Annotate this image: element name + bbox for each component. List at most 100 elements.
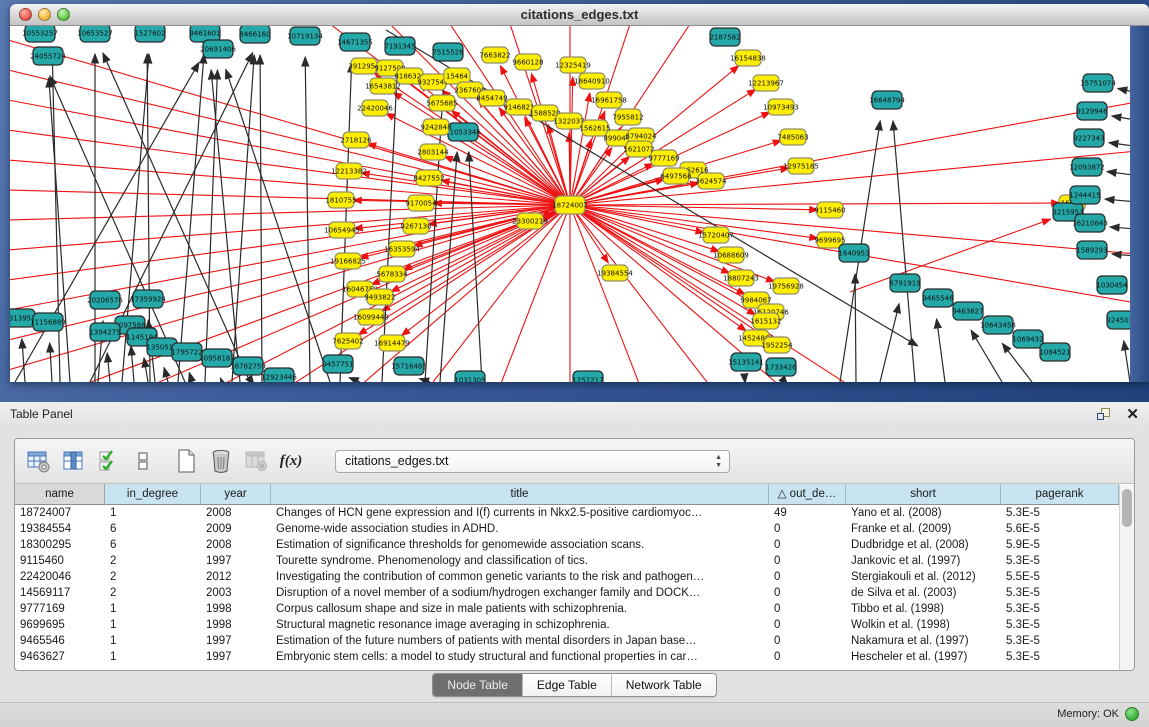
graph-node[interactable]: 6497568 <box>660 168 691 184</box>
cell-year[interactable]: 1997 <box>201 649 271 665</box>
graph-node[interactable]: 22420046 <box>357 100 393 116</box>
modify-table-icon[interactable] <box>25 448 51 474</box>
graph-node[interactable]: 7663822 <box>479 47 510 63</box>
cell-year[interactable]: 1998 <box>201 617 271 633</box>
close-window-icon[interactable] <box>19 8 32 21</box>
cell-short[interactable]: Wolkin et al. (1998) <box>846 617 1001 633</box>
cell-in_degree[interactable]: 6 <box>105 537 201 553</box>
cell-short[interactable]: Dudbridge et al. (2008) <box>846 537 1001 553</box>
graph-node[interactable]: 9493822 <box>364 289 395 305</box>
cell-out_degree[interactable]: 0 <box>769 633 846 649</box>
cell-in_degree[interactable]: 2 <box>105 553 201 569</box>
new-table-icon[interactable] <box>173 448 199 474</box>
table-row[interactable]: 946362711997Embryonic stem cells: a mode… <box>15 649 1134 665</box>
graph-node[interactable]: 1084521 <box>1039 343 1070 361</box>
cell-title[interactable]: Estimation of the future numbers of pati… <box>271 633 769 649</box>
graph-node[interactable]: 7955812 <box>612 109 643 125</box>
cell-in_degree[interactable]: 2 <box>105 585 201 601</box>
cell-pagerank[interactable]: 5.3E-5 <box>1001 601 1119 617</box>
select-all-icon[interactable] <box>95 448 121 474</box>
graph-node[interactable]: 1257217 <box>572 371 603 382</box>
cell-name[interactable]: 14569117 <box>15 585 105 601</box>
column-header-short[interactable]: short <box>846 484 1001 504</box>
graph-node[interactable]: 19756928 <box>768 278 804 294</box>
cell-name[interactable]: 18300295 <box>15 537 105 553</box>
graph-node[interactable]: 2803144 <box>417 144 449 160</box>
graph-node[interactable]: 9115460 <box>814 202 845 218</box>
graph-node[interactable]: 24055724 <box>30 47 66 65</box>
cell-in_degree[interactable]: 1 <box>105 617 201 633</box>
column-header-in_degree[interactable]: in_degree <box>105 484 201 504</box>
cell-short[interactable]: Nakamura et al. (1997) <box>846 633 1001 649</box>
table-row[interactable]: 1456911722003Disruption of a novel membe… <box>15 585 1134 601</box>
graph-node[interactable]: 10719134 <box>287 27 323 45</box>
graph-node[interactable]: 1394275 <box>89 323 120 341</box>
graph-node[interactable]: 7485063 <box>777 129 808 145</box>
graph-node[interactable]: 14671355 <box>337 33 373 51</box>
cell-pagerank[interactable]: 5.6E-5 <box>1001 521 1119 537</box>
cell-pagerank[interactable]: 5.9E-5 <box>1001 537 1119 553</box>
graph-node[interactable]: 16210643 <box>1072 214 1108 232</box>
cell-year[interactable]: 2008 <box>201 537 271 553</box>
column-header-pagerank[interactable]: pagerank <box>1001 484 1119 504</box>
graph-node[interactable]: 16961758 <box>591 92 627 108</box>
graph-node[interactable]: 1952254 <box>761 337 793 353</box>
graph-node[interactable]: 12213382 <box>331 163 367 179</box>
column-header-year[interactable]: year <box>201 484 271 504</box>
cell-name[interactable]: 22420046 <box>15 569 105 585</box>
column-header-title[interactable]: title <box>271 484 769 504</box>
cell-in_degree[interactable]: 1 <box>105 633 201 649</box>
graph-node[interactable]: 7191345 <box>384 37 415 55</box>
cell-short[interactable]: Franke et al. (2009) <box>846 521 1001 537</box>
graph-node[interactable]: 20691406 <box>200 40 236 58</box>
table-row[interactable]: 969969511998Structural magnetic resonanc… <box>15 617 1134 633</box>
rows-icon[interactable] <box>130 448 156 474</box>
cell-in_degree[interactable]: 1 <box>105 601 201 617</box>
table-row[interactable]: 1938455462009Genome-wide association stu… <box>15 521 1134 537</box>
cell-pagerank[interactable]: 5.3E-5 <box>1001 505 1119 521</box>
graph-node[interactable]: 16914479 <box>374 335 410 351</box>
cell-year[interactable]: 2009 <box>201 521 271 537</box>
graph-node[interactable]: 15720407 <box>698 227 734 243</box>
graph-node[interactable]: 1069432 <box>1012 330 1043 348</box>
function-builder-icon[interactable]: f(x) <box>278 448 304 474</box>
graph-node[interactable]: 7515526 <box>432 43 464 61</box>
graph-node[interactable]: 8466160 <box>239 26 270 43</box>
graph-node[interactable]: 9267130 <box>400 218 431 234</box>
graph-node[interactable]: 1810755 <box>325 192 356 208</box>
graph-node[interactable]: 19166825 <box>330 253 366 269</box>
window-titlebar[interactable]: citations_edges.txt <box>10 4 1149 26</box>
table-row[interactable]: 1830029562008Estimation of significance … <box>15 537 1134 553</box>
cell-pagerank[interactable]: 5.3E-5 <box>1001 649 1119 665</box>
graph-node[interactable]: 20206576 <box>87 291 123 309</box>
float-panel-icon[interactable] <box>1097 407 1112 422</box>
graph-node[interactable]: 1795722 <box>171 343 202 361</box>
cell-title[interactable]: Embryonic stem cells: a model to study s… <box>271 649 769 665</box>
graph-node[interactable]: 15135141 <box>728 353 764 371</box>
graph-node[interactable]: 16648794 <box>869 91 905 109</box>
graph-node[interactable]: 9242848 <box>420 119 451 135</box>
cell-short[interactable]: Stergiakouli et al. (2012) <box>846 569 1001 585</box>
graph-node[interactable]: 9227343 <box>1073 129 1104 147</box>
graph-node[interactable]: 12923446 <box>261 368 297 382</box>
cell-out_degree[interactable]: 0 <box>769 521 846 537</box>
graph-node[interactable]: 1527602 <box>134 26 165 42</box>
cell-short[interactable]: de Silva et al. (2003) <box>846 585 1001 601</box>
cell-year[interactable]: 1997 <box>201 553 271 569</box>
graph-node[interactable]: 16099449 <box>353 309 389 325</box>
graph-node[interactable]: 6791919 <box>889 274 920 292</box>
tab-node-table[interactable]: Node Table <box>433 674 523 696</box>
column-header-name[interactable]: name <box>15 484 105 504</box>
delete-rows-icon[interactable] <box>208 448 234 474</box>
cell-name[interactable]: 9463627 <box>15 649 105 665</box>
graph-node[interactable]: 2187582 <box>709 28 740 46</box>
column-header-out_degree[interactable]: △ out_de… <box>769 484 846 504</box>
graph-node[interactable]: 9463627 <box>952 302 983 320</box>
zoom-window-icon[interactable] <box>57 8 70 21</box>
graph-node[interactable]: 9129946 <box>1076 102 1108 120</box>
graph-node[interactable]: 17359924 <box>130 290 166 308</box>
graph-node[interactable]: 12325419 <box>555 57 591 73</box>
cell-pagerank[interactable]: 5.3E-5 <box>1001 553 1119 569</box>
graph-node[interactable]: 2718126 <box>340 132 372 148</box>
graph-node[interactable]: 5675685 <box>426 95 457 111</box>
